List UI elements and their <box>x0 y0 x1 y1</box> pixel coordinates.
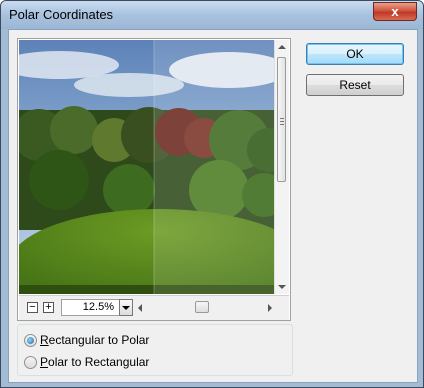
radio-rectangular-to-polar[interactable] <box>24 334 37 347</box>
title-bar[interactable]: Polar Coordinates x <box>1 1 423 29</box>
conversion-options: Rectangular to Polar Polar to Rectangula… <box>17 324 293 376</box>
preview-panel: − + 12.5% <box>17 38 291 321</box>
close-button[interactable]: x <box>373 2 417 21</box>
zoom-out-button[interactable]: − <box>27 302 38 313</box>
vertical-scroll-thumb[interactable] <box>277 57 286 182</box>
zoom-dropdown-button[interactable] <box>119 299 133 316</box>
horizontal-scroll-thumb[interactable] <box>195 301 209 313</box>
minus-icon: − <box>29 301 36 313</box>
plus-icon: + <box>45 301 52 313</box>
scroll-up-icon[interactable] <box>278 45 286 49</box>
dialog-content: − + 12.5% OK Reset Rectangular to Polar <box>8 29 418 383</box>
polar-to-rectangular-label: Polar to Rectangular <box>40 355 150 369</box>
close-icon: x <box>391 4 399 19</box>
horizontal-scrollbar[interactable] <box>137 299 273 316</box>
zoom-level-field[interactable]: 12.5% <box>61 299 121 316</box>
reset-button[interactable]: Reset <box>306 74 404 96</box>
scroll-left-icon[interactable] <box>138 304 142 312</box>
dialog-window: Polar Coordinates x − + 12.5% OK Reset R… <box>0 0 424 388</box>
radio-polar-to-rectangular[interactable] <box>24 356 37 369</box>
landscape-preview-graphic <box>19 40 275 294</box>
zoom-in-button[interactable]: + <box>43 302 54 313</box>
rectangular-to-polar-label: Rectangular to Polar <box>40 333 150 347</box>
preview-controls: − + 12.5% <box>19 295 289 320</box>
ok-button[interactable]: OK <box>306 43 404 65</box>
preview-image[interactable] <box>19 40 275 294</box>
scroll-down-icon[interactable] <box>278 285 286 289</box>
vertical-scrollbar[interactable] <box>274 40 289 294</box>
grip-icon <box>280 118 284 125</box>
scroll-right-icon[interactable] <box>268 304 272 312</box>
window-title: Polar Coordinates <box>9 7 114 22</box>
